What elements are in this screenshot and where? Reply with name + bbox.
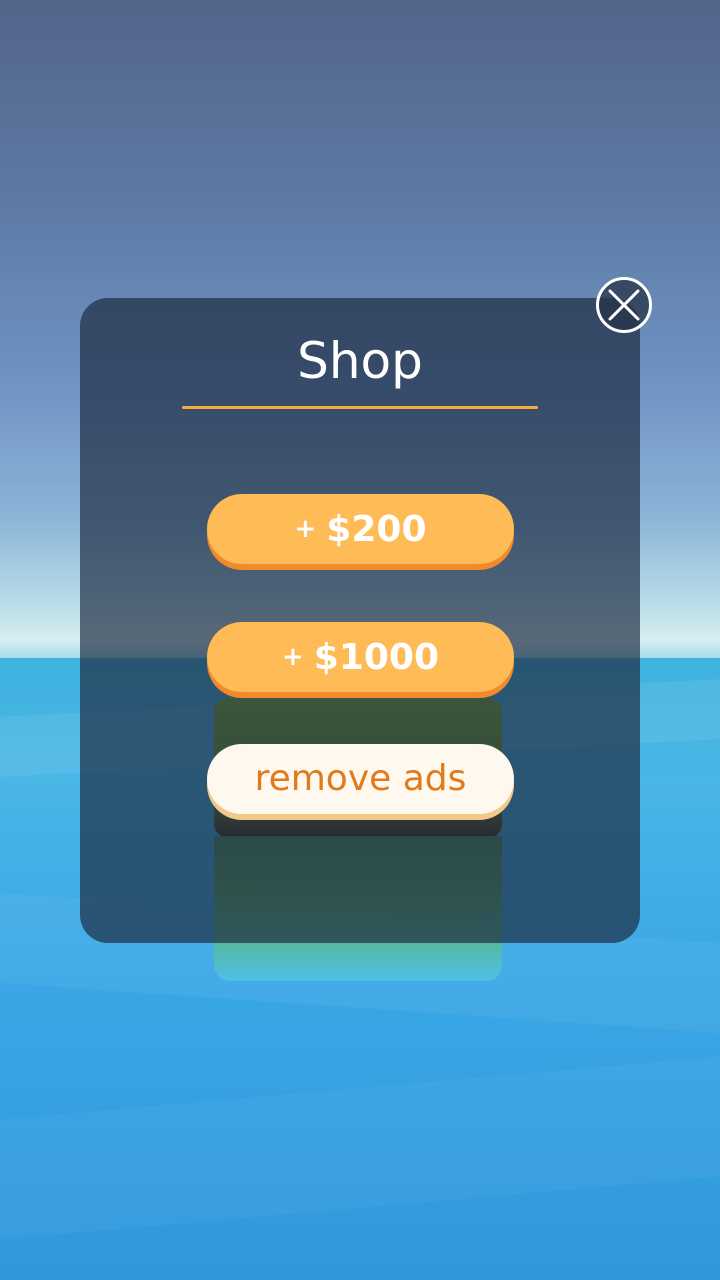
buy-1000-button[interactable]: + $1000 bbox=[207, 622, 514, 692]
close-icon bbox=[608, 289, 640, 321]
close-button[interactable] bbox=[596, 277, 652, 333]
shop-panel bbox=[80, 298, 640, 943]
title-underline bbox=[182, 406, 538, 409]
shop-title: Shop bbox=[297, 332, 423, 390]
plus-sign: + bbox=[281, 642, 304, 672]
plus-sign: + bbox=[294, 514, 317, 544]
buy-1000-label: $1000 bbox=[313, 637, 440, 678]
buy-200-button[interactable]: + $200 bbox=[207, 494, 514, 564]
remove-ads-button[interactable]: remove ads bbox=[207, 744, 514, 814]
remove-ads-label: remove ads bbox=[254, 758, 467, 799]
sea-facet bbox=[0, 1056, 720, 1240]
buy-200-label: $200 bbox=[326, 509, 427, 550]
